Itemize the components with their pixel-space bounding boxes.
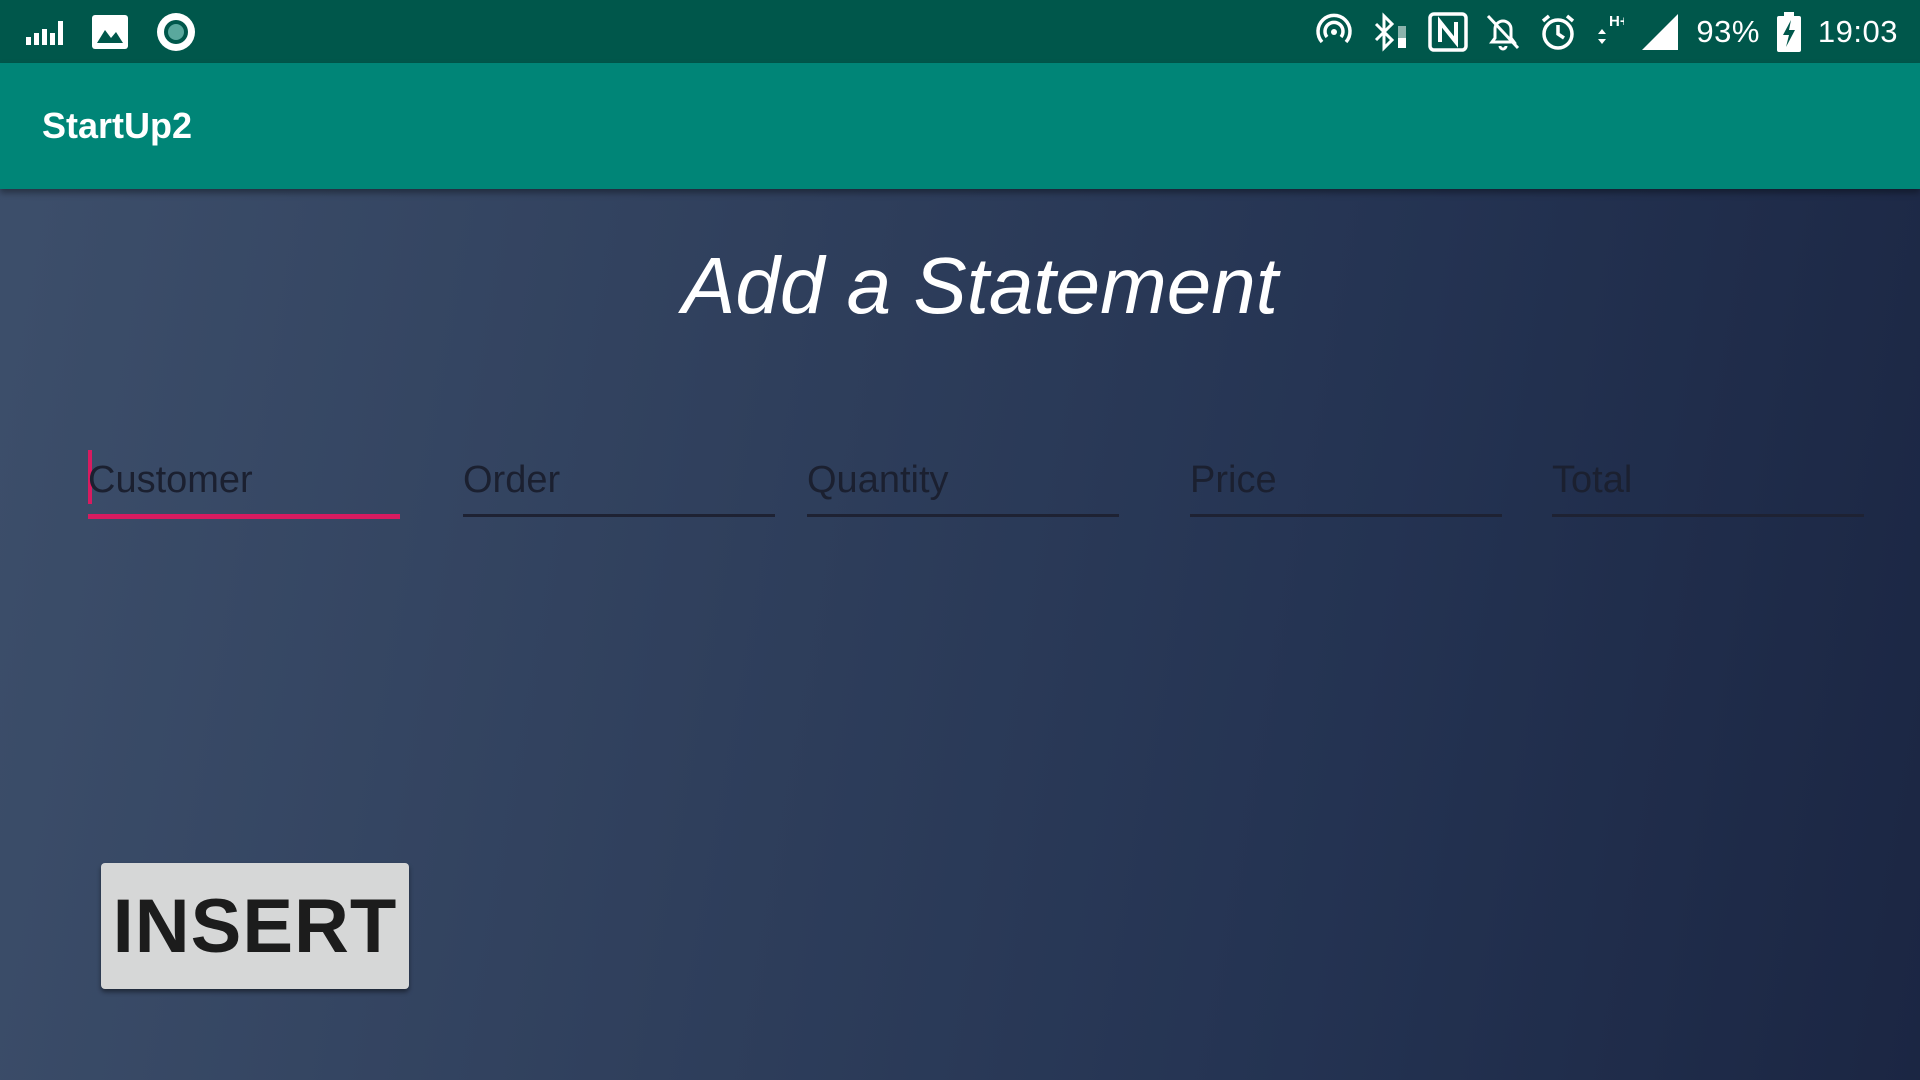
battery-percent: 93%: [1696, 13, 1760, 49]
total-field[interactable]: [1552, 450, 1864, 517]
page-heading: Add a Statement: [682, 241, 1278, 330]
alarm-icon: [1538, 12, 1578, 52]
price-input[interactable]: [1190, 450, 1502, 510]
order-field[interactable]: [463, 450, 775, 517]
bell-off-icon: [1484, 12, 1522, 52]
bluetooth-icon: [1370, 11, 1412, 52]
customer-input[interactable]: [88, 450, 400, 510]
battery-charging-icon: [1776, 11, 1802, 52]
signal-bars-icon: [26, 19, 64, 45]
hotspot-icon: [1314, 12, 1354, 52]
app-bar: StartUp2: [0, 63, 1920, 189]
status-bar: H+ 93% 19:03: [0, 0, 1920, 63]
insert-button[interactable]: INSERT: [101, 863, 409, 989]
mobile-data-icon: H+: [1594, 12, 1624, 52]
app-screen: H+ 93% 19:03 StartUp2 Add a Statemen: [0, 0, 1920, 1080]
price-field[interactable]: [1190, 450, 1502, 517]
status-right-icons: H+ 93% 19:03: [1314, 8, 1898, 55]
quantity-field[interactable]: [807, 450, 1119, 517]
clock: 19:03: [1817, 13, 1898, 49]
status-left-icons: [26, 10, 196, 53]
app-title: StartUp2: [42, 105, 193, 146]
customer-field[interactable]: [88, 450, 400, 519]
cell-signal-icon: [1640, 12, 1680, 52]
nfc-icon: [1428, 11, 1469, 52]
network-type-label: H+: [1609, 13, 1624, 30]
image-icon: [92, 14, 128, 49]
total-input[interactable]: [1552, 450, 1864, 510]
order-input[interactable]: [463, 450, 775, 510]
circle-record-icon: [156, 12, 196, 52]
quantity-input[interactable]: [807, 450, 1119, 510]
